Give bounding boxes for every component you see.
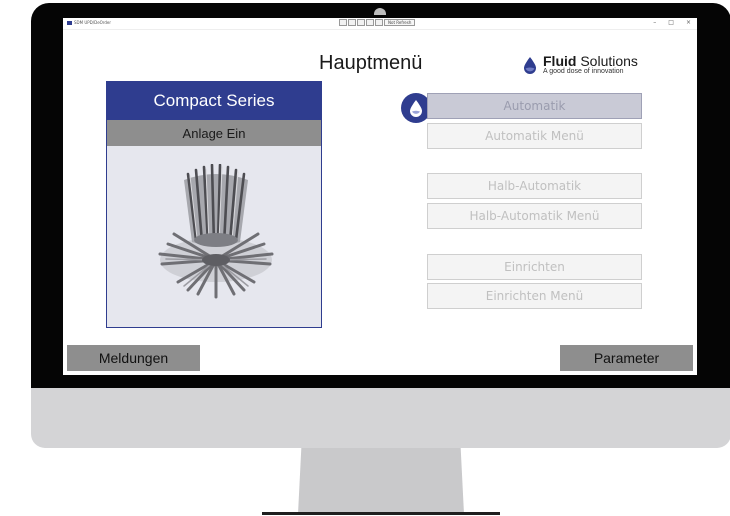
app-logo-icon: [67, 21, 72, 25]
toolbar: Not Refresh: [339, 19, 416, 27]
einrichten-button[interactable]: Einrichten: [427, 254, 642, 280]
brand-name: Fluid Solutions: [543, 54, 638, 68]
machine-image: [158, 164, 274, 299]
monitor-stand-base: [262, 512, 500, 515]
brand-name-regular: Solutions: [580, 53, 638, 69]
page-title: Hauptmenü: [319, 52, 423, 74]
automatik-menu-button[interactable]: Automatik Menü: [427, 123, 642, 149]
monitor-camera: [374, 8, 386, 15]
app-title: SDM UPD/DeOrder: [67, 20, 111, 25]
app-screen: SDM UPD/DeOrder Not Refresh – □ × Hauptm…: [63, 18, 697, 375]
refresh-status[interactable]: Not Refresh: [384, 19, 416, 26]
meldungen-button[interactable]: Meldungen: [67, 345, 200, 371]
window-controls: – □ ×: [653, 19, 691, 26]
machine-panel: Compact Series Anlage Ein: [106, 81, 322, 328]
toolbar-screen-icon[interactable]: [366, 19, 374, 26]
halb-automatik-button[interactable]: Halb-Automatik: [427, 173, 642, 199]
app-title-text: SDM UPD/DeOrder: [74, 20, 112, 25]
brand-logo: Fluid Solutions A good dose of innovatio…: [522, 54, 638, 75]
toolbar-zoom-icon[interactable]: [375, 19, 383, 26]
brand-tagline: A good dose of innovation: [543, 68, 624, 75]
brand-name-bold: Fluid: [543, 53, 577, 69]
minimize-icon[interactable]: –: [653, 19, 656, 26]
series-title: Compact Series: [107, 82, 321, 120]
toolbar-grid-icon[interactable]: [357, 19, 365, 26]
parameter-button[interactable]: Parameter: [560, 345, 693, 371]
close-icon[interactable]: ×: [686, 19, 691, 26]
halb-automatik-menu-button[interactable]: Halb-Automatik Menü: [427, 203, 642, 229]
einrichten-menu-button[interactable]: Einrichten Menü: [427, 283, 642, 309]
monitor-stand: [298, 448, 464, 514]
automatik-button[interactable]: Automatik: [427, 93, 642, 119]
maximize-icon[interactable]: □: [668, 19, 674, 26]
window-titlebar: SDM UPD/DeOrder Not Refresh – □ ×: [63, 18, 697, 30]
drop-icon: [410, 100, 422, 117]
toolbar-copy-icon[interactable]: [339, 19, 347, 26]
anlage-status[interactable]: Anlage Ein: [107, 120, 321, 146]
water-drop-icon: [524, 56, 536, 74]
toolbar-save-icon[interactable]: [348, 19, 356, 26]
monitor-chin: [31, 388, 730, 448]
